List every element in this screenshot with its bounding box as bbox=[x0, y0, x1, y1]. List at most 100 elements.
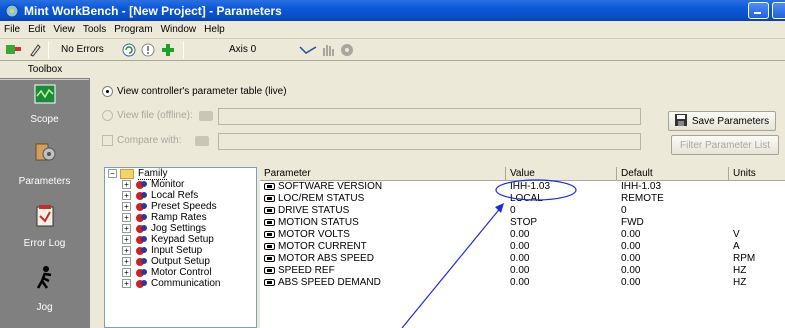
toolbox-item-error-log[interactable]: Error Log bbox=[0, 205, 89, 261]
parameter-group-icon bbox=[136, 213, 147, 223]
expand-icon[interactable]: + bbox=[122, 257, 131, 266]
save-parameters-button[interactable]: Save Parameters bbox=[668, 111, 776, 131]
open-folder-icon[interactable] bbox=[198, 110, 213, 121]
units-cell bbox=[729, 181, 733, 193]
expand-icon[interactable]: + bbox=[122, 202, 131, 211]
tree-root-label: Family bbox=[138, 167, 168, 180]
offline-file-field[interactable] bbox=[218, 108, 641, 125]
tree-item-label: Input Setup bbox=[151, 245, 203, 256]
table-row[interactable]: SOFTWARE VERSION IHH-1.03 IHH-1.03 bbox=[260, 181, 785, 193]
menu-window[interactable]: Window bbox=[161, 24, 197, 35]
collapse-icon[interactable]: − bbox=[108, 169, 117, 178]
menu-edit[interactable]: Edit bbox=[28, 24, 45, 35]
open-folder-icon[interactable] bbox=[195, 135, 210, 146]
parameter-name: SPEED REF bbox=[278, 265, 335, 276]
compare-file-field[interactable] bbox=[218, 133, 641, 150]
table-row[interactable]: SPEED REF 0.00 0.00 HZ bbox=[260, 265, 785, 277]
tree-item-label: Jog Settings bbox=[151, 223, 207, 234]
disc-icon[interactable] bbox=[339, 42, 355, 61]
tree-item-input-setup[interactable]: + Input Setup bbox=[122, 245, 202, 256]
tree-item-communication[interactable]: + Communication bbox=[122, 278, 220, 289]
toolbox-item-parameters[interactable]: Parameters bbox=[0, 140, 89, 200]
expand-icon[interactable]: + bbox=[122, 235, 131, 244]
expand-icon[interactable]: + bbox=[122, 246, 131, 255]
tree-item-local-refs[interactable]: + Local Refs bbox=[122, 190, 198, 201]
expand-icon[interactable]: + bbox=[122, 224, 131, 233]
expand-icon[interactable]: + bbox=[122, 191, 131, 200]
parameter-name: ABS SPEED DEMAND bbox=[278, 277, 381, 288]
table-row[interactable]: MOTOR VOLTS 0.00 0.00 V bbox=[260, 229, 785, 241]
eraser-icon[interactable] bbox=[28, 42, 42, 61]
menu-help[interactable]: Help bbox=[204, 24, 225, 35]
refresh-icon[interactable] bbox=[121, 42, 137, 61]
toolbox-label-jog: Jog bbox=[36, 302, 53, 313]
parameter-icon bbox=[264, 206, 275, 214]
value-cell[interactable]: 0.00 bbox=[506, 241, 529, 253]
tree-item-preset-speeds[interactable]: + Preset Speeds bbox=[122, 201, 217, 212]
value-cell[interactable]: LOCAL bbox=[506, 193, 543, 205]
checkbox-compare[interactable] bbox=[102, 135, 113, 146]
tree-root[interactable]: − Family bbox=[108, 167, 168, 180]
value-cell[interactable]: 0 bbox=[506, 205, 516, 217]
value-cell[interactable]: STOP bbox=[506, 217, 537, 229]
expand-icon[interactable]: + bbox=[122, 180, 131, 189]
add-icon[interactable] bbox=[160, 42, 176, 61]
value-cell[interactable]: 0.00 bbox=[506, 265, 529, 277]
tree-item-label: Keypad Setup bbox=[151, 234, 214, 245]
menu-tools[interactable]: Tools bbox=[83, 24, 106, 35]
value-cell[interactable]: 0.00 bbox=[506, 229, 529, 241]
value-cell[interactable]: IHH-1.03 bbox=[506, 181, 550, 193]
minimize-icon[interactable] bbox=[748, 2, 769, 19]
table-row[interactable]: DRIVE STATUS 0 0 bbox=[260, 205, 785, 217]
tree-item-keypad-setup[interactable]: + Keypad Setup bbox=[122, 234, 214, 245]
tree-item-motor-control[interactable]: + Motor Control bbox=[122, 267, 212, 278]
expand-icon[interactable]: + bbox=[122, 213, 131, 222]
info-icon[interactable] bbox=[140, 42, 156, 61]
table-row[interactable]: MOTOR CURRENT 0.00 0.00 A bbox=[260, 241, 785, 253]
table-row[interactable]: ABS SPEED DEMAND 0.00 0.00 HZ bbox=[260, 277, 785, 289]
parameter-group-icon bbox=[136, 180, 147, 190]
expand-icon[interactable]: + bbox=[122, 268, 131, 277]
toolbox-panel: Toolbox Scope Parameters Error Log Jog bbox=[0, 62, 90, 328]
parameter-icon bbox=[264, 254, 275, 262]
table-row[interactable]: MOTOR ABS SPEED 0.00 0.00 RPM bbox=[260, 253, 785, 265]
toolbar-separator bbox=[48, 41, 49, 59]
parameter-cell: MOTOR ABS SPEED bbox=[260, 253, 374, 265]
plug-icon[interactable] bbox=[5, 42, 23, 61]
value-cell[interactable]: 0.00 bbox=[506, 277, 529, 289]
table-row[interactable]: LOC/REM STATUS LOCAL REMOTE bbox=[260, 193, 785, 205]
tree-item-jog-settings[interactable]: + Jog Settings bbox=[122, 223, 206, 234]
radio-offline[interactable] bbox=[102, 110, 113, 121]
parameter-name: MOTOR ABS SPEED bbox=[278, 253, 374, 264]
table-row[interactable]: MOTION STATUS STOP FWD bbox=[260, 217, 785, 229]
filter-parameter-list-button[interactable]: Filter Parameter List bbox=[671, 135, 779, 155]
column-header-value[interactable]: Value bbox=[506, 167, 617, 181]
units-cell: HZ bbox=[733, 265, 747, 276]
value-cell[interactable]: 0.00 bbox=[506, 253, 529, 265]
tree-item-output-setup[interactable]: + Output Setup bbox=[122, 256, 210, 267]
axis-move-icon[interactable] bbox=[298, 42, 318, 61]
parameter-grid: Parameter Value Default Units SOFTWARE V… bbox=[260, 167, 785, 328]
toolbox-label-error-log: Error Log bbox=[23, 238, 66, 249]
column-header-parameter[interactable]: Parameter bbox=[260, 167, 506, 181]
menu-view[interactable]: View bbox=[53, 24, 75, 35]
maximize-icon[interactable] bbox=[772, 2, 785, 19]
menu-program[interactable]: Program bbox=[114, 24, 152, 35]
toolbox-item-jog[interactable]: Jog bbox=[0, 266, 89, 326]
tree-item-monitor[interactable]: + Monitor bbox=[122, 179, 184, 190]
tree-item-ramp-rates[interactable]: + Ramp Rates bbox=[122, 212, 207, 223]
default-cell: 0.00 bbox=[621, 229, 641, 240]
toolbox-item-scope[interactable]: Scope bbox=[0, 84, 89, 140]
units-cell: RPM bbox=[733, 253, 756, 264]
column-header-default[interactable]: Default bbox=[617, 167, 729, 181]
units-cell: HZ bbox=[733, 277, 747, 288]
menu-file[interactable]: File bbox=[4, 24, 20, 35]
column-header-units[interactable]: Units bbox=[729, 167, 785, 181]
radio-live[interactable] bbox=[102, 86, 113, 97]
axis-selector[interactable]: Axis 0 bbox=[229, 44, 256, 55]
expand-icon[interactable]: + bbox=[122, 279, 131, 288]
default-cell: FWD bbox=[621, 217, 644, 228]
hand-icon[interactable] bbox=[321, 42, 335, 61]
option-live[interactable]: View controller's parameter table (live) bbox=[102, 86, 287, 97]
parameter-cell: SOFTWARE VERSION bbox=[260, 181, 382, 193]
